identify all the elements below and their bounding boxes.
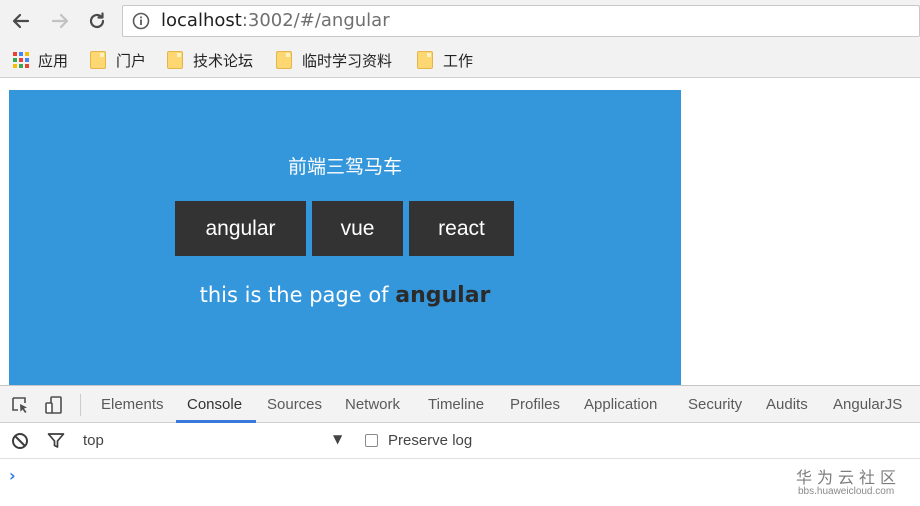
bookmark-apps[interactable]: 应用	[12, 50, 68, 70]
bookmark-label: 应用	[38, 51, 69, 70]
vue-button[interactable]: vue	[312, 201, 403, 256]
reload-icon[interactable]	[84, 8, 110, 34]
bookmark-label: 工作	[443, 51, 474, 70]
back-arrow-icon[interactable]	[8, 8, 34, 34]
react-button[interactable]: react	[409, 201, 514, 256]
app-title: 前端三驾马车	[287, 156, 402, 178]
tab-sources[interactable]: Sources	[267, 396, 322, 413]
toolbar-divider	[80, 394, 81, 416]
tab-network[interactable]: Network	[345, 396, 400, 413]
dropdown-arrow-icon[interactable]: ▼	[333, 432, 342, 446]
console-prompt-icon[interactable]: ›	[9, 466, 16, 485]
forward-arrow-icon[interactable]	[47, 8, 73, 34]
filter-icon[interactable]	[46, 431, 66, 451]
tab-elements[interactable]: Elements	[101, 396, 164, 413]
clear-console-icon[interactable]	[10, 431, 30, 451]
app-panel: 前端三驾马车 angular vue react this is the pag…	[9, 90, 681, 385]
devtools-panel: Elements Console Sources Network Timelin…	[0, 385, 920, 506]
watermark-url: bbs.huaweicloud.com	[798, 486, 895, 497]
bookmark-tech-forum[interactable]: 技术论坛	[167, 50, 253, 70]
address-bar[interactable]: localhost:3002/#/angular	[122, 5, 920, 37]
page-viewport: 前端三驾马车 angular vue react this is the pag…	[0, 79, 920, 385]
browser-toolbar: localhost:3002/#/angular	[0, 0, 920, 42]
tab-console[interactable]: Console	[187, 396, 242, 413]
route-name: angular	[395, 283, 491, 308]
context-selector[interactable]: top	[83, 432, 104, 449]
console-toolbar: top ▼ Preserve log	[0, 423, 920, 459]
folder-icon	[90, 51, 106, 69]
url-text[interactable]: localhost:3002/#/angular	[161, 10, 390, 32]
tab-angularjs[interactable]: AngularJS	[833, 396, 902, 413]
preserve-log-label[interactable]: Preserve log	[388, 432, 472, 449]
page-message-prefix: this is the page of	[199, 283, 396, 307]
bookmark-study-materials[interactable]: 临时学习资料	[276, 50, 392, 70]
bookmark-label: 临时学习资料	[302, 51, 393, 70]
device-toolbar-icon[interactable]	[44, 395, 64, 415]
watermark-text: 华为云社区	[796, 468, 902, 487]
inspect-element-icon[interactable]	[10, 395, 30, 415]
bookmark-label: 门户	[116, 51, 147, 70]
devtools-tab-bar: Elements Console Sources Network Timelin…	[0, 386, 920, 423]
info-icon[interactable]	[132, 12, 150, 30]
page-message: this is the page of angular	[9, 280, 681, 311]
tab-profiles[interactable]: Profiles	[510, 396, 560, 413]
angular-button[interactable]: angular	[175, 201, 306, 256]
folder-icon	[167, 51, 183, 69]
preserve-log-checkbox[interactable]	[365, 434, 378, 447]
bookmark-work[interactable]: 工作	[417, 50, 473, 70]
url-host: localhost	[161, 10, 242, 31]
tab-security[interactable]: Security	[688, 396, 742, 413]
tab-audits[interactable]: Audits	[766, 396, 808, 413]
bookmark-label: 技术论坛	[193, 51, 254, 70]
folder-icon	[417, 51, 433, 69]
url-path: :3002/#/angular	[241, 10, 390, 31]
bookmarks-bar: 应用 门户 技术论坛 临时学习资料 工作	[0, 42, 920, 78]
bookmark-portal[interactable]: 门户	[90, 50, 146, 70]
tab-timeline[interactable]: Timeline	[428, 396, 484, 413]
apps-grid-icon	[12, 51, 30, 69]
tab-application[interactable]: Application	[584, 396, 657, 413]
folder-icon	[276, 51, 292, 69]
